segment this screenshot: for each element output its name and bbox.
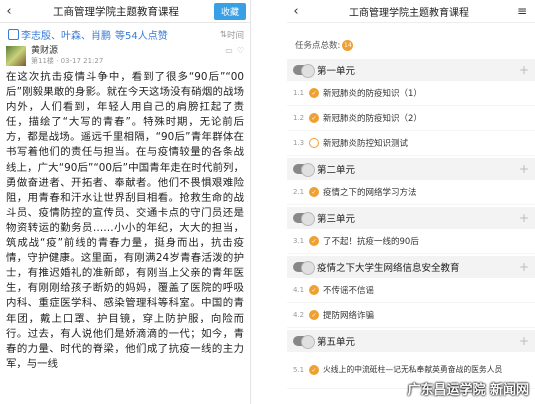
chapter-title: 了不起！抗疫一线的90后 — [323, 237, 419, 247]
expand-icon[interactable]: + — [519, 260, 529, 274]
chapter-item[interactable]: 1.2 ✓ 新冠肺炎的防疫知识（2） — [287, 106, 535, 131]
post-body: 在这次抗击疫情斗争中，看到了很多“90后”“00后”刚毅果敢的身影。就在今天这场… — [6, 71, 244, 370]
like-icon[interactable]: ♡ — [237, 46, 244, 55]
unit-title: 第一单元 — [317, 66, 356, 77]
likes-count[interactable]: 等54人点赞 — [115, 27, 168, 42]
left-screen: ‹ 工商管理学院主题教育课程 收藏 李志殷、叶森、肖鹏 等54人点赞 ⇅ 时间 黄… — [0, 0, 251, 404]
unit-header[interactable]: 第五单元 + — [287, 330, 535, 352]
chapter-item[interactable]: 4.1 ✓ 不传谣不信谣 — [287, 278, 535, 303]
chapter-number: 1.3 — [293, 139, 305, 147]
task-status-icon: ✓ — [309, 365, 319, 375]
task-status-icon: ✓ — [309, 88, 319, 98]
likes-bar: 李志殷、叶森、肖鹏 等54人点赞 ⇅ 时间 — [0, 23, 250, 44]
collapse-toggle[interactable] — [293, 335, 315, 349]
sort-time[interactable]: ⇅ 时间 — [220, 29, 244, 41]
collapse-toggle[interactable] — [293, 261, 315, 275]
likes-names[interactable]: 李志殷、叶森、肖鹏 — [21, 27, 111, 42]
task-count-label: 任务点总数: — [295, 41, 341, 51]
post-author: 黄财源 第11楼 · 03-17 21:27 ▭ ♡ — [0, 44, 250, 68]
task-status-icon: ✓ — [309, 113, 319, 123]
task-status-icon: ✓ — [309, 310, 319, 320]
chapter-title: 新冠肺炎的防疫知识（1） — [323, 89, 422, 99]
course-title: 工商管理学院主题教育课程 — [349, 7, 469, 19]
chapter-title: 新冠肺炎防控知识测试 — [323, 139, 409, 149]
back-icon[interactable]: ‹ — [287, 4, 305, 19]
chapter-item[interactable]: 1.3 新冠肺炎防控知识测试 — [287, 131, 535, 156]
unit-list: 第一单元 +1.1 ✓ 新冠肺炎的防疫知识（1） 1.2 ✓ 新冠肺炎的防疫知识（… — [287, 59, 535, 389]
chapter-number: 5.1 — [293, 366, 305, 374]
task-count-badge: 14 — [342, 39, 354, 51]
chapter-item[interactable]: 2.1 ✓ 疫情之下的网络学习方法 — [287, 180, 535, 205]
expand-icon[interactable]: + — [519, 334, 529, 348]
task-status-icon: ✓ — [309, 187, 319, 197]
left-header: ‹ 工商管理学院主题教育课程 收藏 — [0, 0, 250, 23]
chapter-number: 2.1 — [293, 188, 305, 196]
collect-button[interactable]: 收藏 — [213, 2, 246, 20]
chapter-title: 疫情之下的网络学习方法 — [323, 188, 417, 198]
chapter-title: 不传谣不信谣 — [323, 286, 375, 296]
hamburger-menu-icon[interactable]: ≡ — [513, 4, 531, 18]
chapter-number: 4.1 — [293, 286, 305, 294]
right-header: ‹ 工商管理学院主题教育课程 ≡ — [287, 0, 535, 23]
avatar[interactable] — [6, 46, 26, 66]
chapter-title: 新冠肺炎的防疫知识（2） — [323, 114, 422, 124]
task-status-icon: ✓ — [309, 236, 319, 246]
sort-time-label: 时间 — [226, 30, 244, 41]
unit-title: 第二单元 — [317, 165, 356, 176]
chapter-number: 4.2 — [293, 311, 305, 319]
expand-icon[interactable]: + — [519, 162, 529, 176]
task-status-icon — [309, 138, 319, 148]
expand-icon[interactable]: + — [519, 63, 529, 77]
back-icon[interactable]: ‹ — [0, 4, 18, 19]
post-floor: 第11楼 · 03-17 21:27 — [31, 57, 104, 65]
chapter-item[interactable]: 4.2 ✓ 提防网络诈骗 — [287, 303, 535, 328]
unit-title: 疫情之下大学生网络信息安全教育 — [317, 263, 460, 274]
chapter-item[interactable]: 3.1 ✓ 了不起！抗疫一线的90后 — [287, 229, 535, 254]
unit-title: 第三单元 — [317, 214, 356, 225]
chapter-number: 1.1 — [293, 89, 305, 97]
task-status-icon: ✓ — [309, 285, 319, 295]
chapter-item[interactable]: 1.1 ✓ 新冠肺炎的防疫知识（1） — [287, 81, 535, 106]
unit-header[interactable]: 第三单元 + — [287, 207, 535, 229]
collapse-toggle[interactable] — [293, 212, 315, 226]
unit-header[interactable]: 疫情之下大学生网络信息安全教育 + — [287, 256, 535, 278]
task-count: 任务点总数: 14 — [287, 23, 535, 57]
watermark: 广东昌运学院 新闻网 — [407, 383, 529, 398]
author-name[interactable]: 黄财源 — [31, 46, 225, 57]
unit-header[interactable]: 第二单元 + — [287, 158, 535, 180]
collapse-toggle[interactable] — [293, 163, 315, 177]
chapter-title: 提防网络诈骗 — [323, 311, 375, 321]
collapse-toggle[interactable] — [293, 64, 315, 78]
chapter-number: 1.2 — [293, 114, 305, 122]
unit-header[interactable]: 第一单元 + — [287, 59, 535, 81]
thumb-up-icon — [8, 29, 19, 40]
unit-title: 第五单元 — [317, 337, 356, 348]
right-screen: ‹ 工商管理学院主题教育课程 ≡ 任务点总数: 14 第一单元 +1.1 ✓ 新… — [287, 0, 535, 404]
comment-icon[interactable]: ▭ — [225, 46, 233, 55]
expand-icon[interactable]: + — [519, 211, 529, 225]
chapter-title: 火线上的中流砥柱—记无私奉献英勇奋战的医务人员 — [323, 365, 503, 374]
chapter-number: 3.1 — [293, 237, 305, 245]
page-title: 工商管理学院主题教育课程 — [52, 5, 179, 18]
